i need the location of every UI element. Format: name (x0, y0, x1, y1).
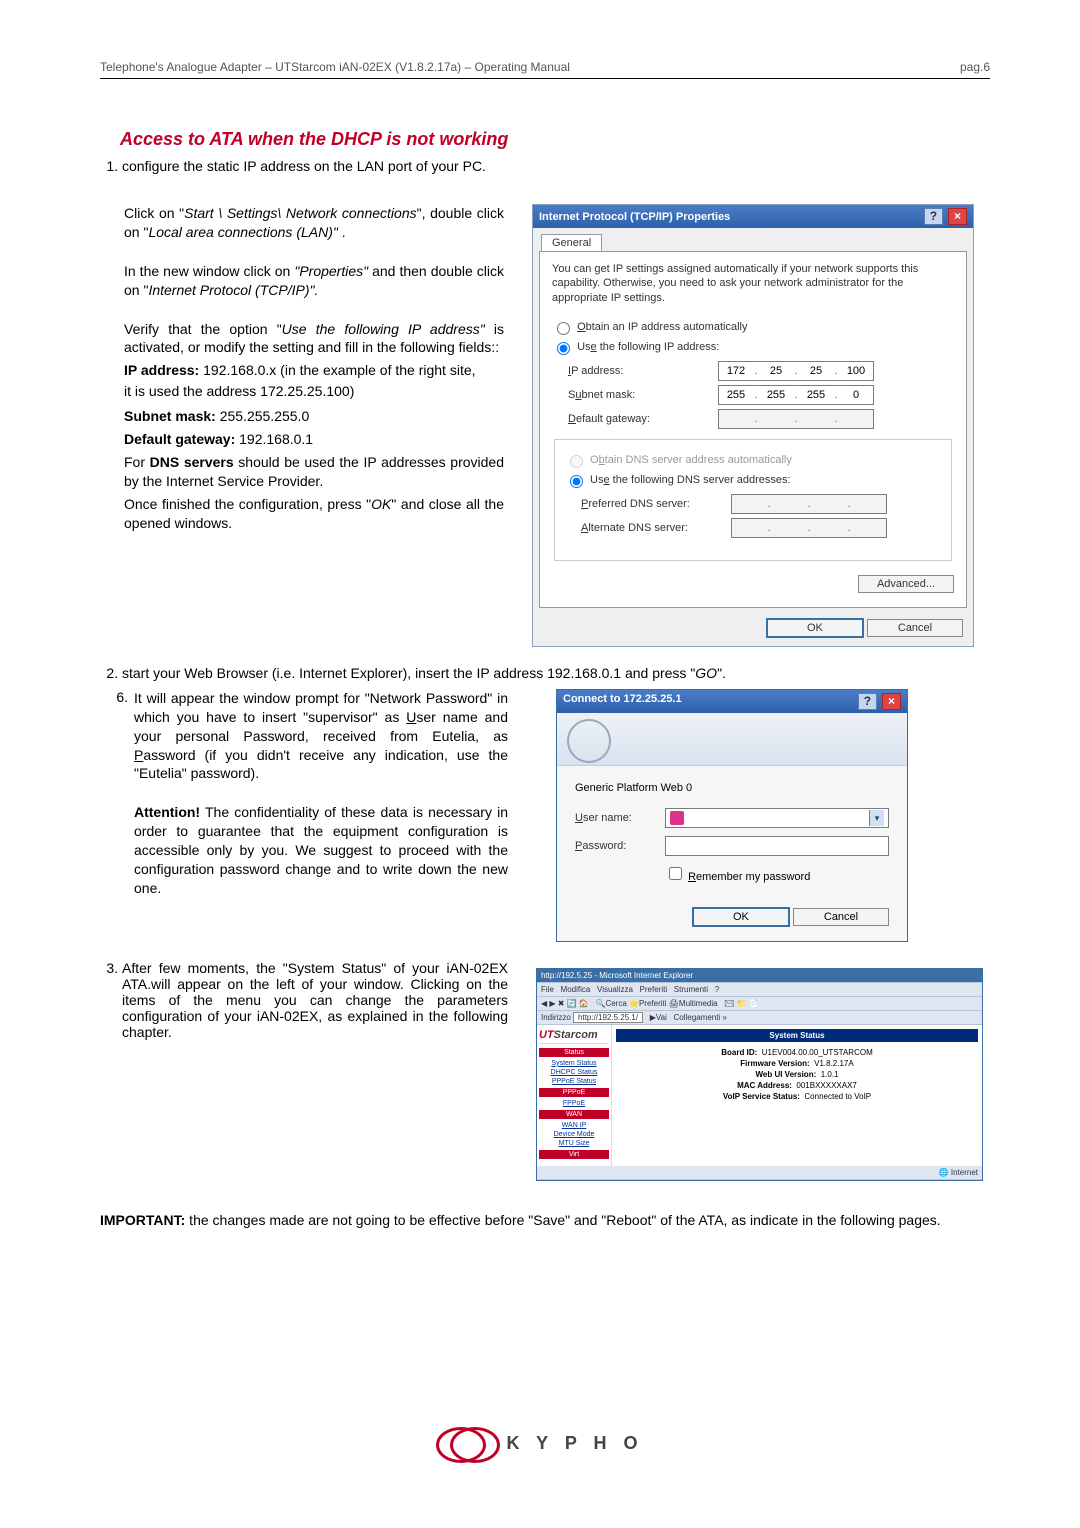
step-3: After few moments, the "System Status" o… (122, 960, 508, 1040)
header-left: Telephone's Analogue Adapter – UTStarcom… (100, 60, 570, 74)
help-icon[interactable]: ? (924, 208, 943, 225)
sidebar-item[interactable]: Device Mode (539, 1131, 609, 1138)
help-icon[interactable]: ? (858, 693, 877, 710)
browser-status: 🌐 Internet (537, 1166, 982, 1180)
keys-icon (567, 719, 611, 763)
ip-address-label: IP address: (568, 365, 718, 377)
close-icon[interactable]: × (882, 693, 901, 710)
auth-ok-button[interactable]: OK (692, 907, 790, 927)
advanced-button[interactable]: Advanced... (858, 575, 954, 593)
subnet-input[interactable]: . . . (718, 385, 874, 405)
user-label: User name: (575, 812, 665, 824)
sidebar-wan[interactable]: WAN (539, 1110, 609, 1119)
para-verify: Verify that the option "Use the followin… (124, 320, 504, 358)
user-icon (670, 811, 684, 825)
tab-general[interactable]: General (541, 234, 602, 251)
radio-use-dns-input[interactable] (570, 475, 583, 488)
cancel-button[interactable]: Cancel (867, 619, 963, 637)
kv-row: Firmware Version: V1.8.2.17A (616, 1059, 978, 1068)
ip-address-line: IP address: 192.168.0.x (in the example … (124, 361, 504, 380)
tcpip-titlebar: Internet Protocol (TCP/IP) Properties ? … (533, 205, 973, 228)
gateway-line: Default gateway: 192.168.0.1 (124, 430, 504, 449)
sidebar-item[interactable]: DHCPC Status (539, 1069, 609, 1076)
subnet-line: Subnet mask: 255.255.255.0 (124, 407, 504, 426)
step-2: start your Web Browser (i.e. Internet Ex… (122, 665, 990, 681)
remember-row[interactable]: Remember my password (665, 864, 889, 883)
radio-use-following-input[interactable] (557, 342, 570, 355)
browser-title: http://192.5.25 - Microsoft Internet Exp… (537, 969, 982, 983)
step-1: configure the static IP address on the L… (122, 158, 990, 174)
page-header: Telephone's Analogue Adapter – UTStarcom… (100, 60, 990, 79)
header-right: pag.6 (960, 60, 990, 74)
tcpip-desc: You can get IP settings assigned automat… (552, 262, 954, 305)
para-click-start: Click on "Start \ Settings\ Network conn… (124, 204, 504, 242)
pass-input[interactable] (665, 836, 889, 856)
gateway-label: Default gateway: (568, 413, 718, 425)
browser-address: Indirizzo http://192.5.25.1/ ▶Vai Colleg… (537, 1011, 982, 1025)
gateway-input[interactable]: . . . (718, 409, 874, 429)
kv-row: Web UI Version: 1.0.1 (616, 1070, 978, 1079)
radio-obtain-dns-input (570, 455, 583, 468)
chevron-down-icon[interactable]: ▾ (869, 810, 884, 826)
auth-dialog: Connect to 172.25.25.1 ? × Generic Platf… (556, 689, 908, 942)
pass-label: Password: (575, 840, 665, 852)
kv-row: VoIP Service Status: Connected to VoIP (616, 1092, 978, 1101)
user-input[interactable]: ▾ (665, 808, 889, 828)
radio-obtain-auto-input[interactable] (557, 322, 570, 335)
auth-title: Connect to 172.25.25.1 (563, 693, 682, 710)
browser-menu: File Modifica Visualizza Preferiti Strum… (537, 983, 982, 997)
ok-button[interactable]: OK (766, 618, 864, 638)
tcpip-dialog: Internet Protocol (TCP/IP) Properties ? … (532, 204, 974, 647)
browser-main: System Status Board ID: U1EV004.00.00_UT… (612, 1025, 982, 1166)
sidebar-item[interactable]: MTU Size (539, 1140, 609, 1147)
auth-banner (557, 713, 907, 766)
important-note: IMPORTANT: the changes made are not goin… (100, 1211, 990, 1230)
pdns-label: Preferred DNS server: (581, 498, 731, 510)
kypho-icon (436, 1421, 496, 1465)
brand-logo: UTStarcom (539, 1029, 609, 1044)
browser-toolbar: ◀ ▶ ✖ 🔄 🏠 🔍Cerca ⭐Preferiti 🖨Multimedia … (537, 997, 982, 1011)
sidebar-item[interactable]: WAN IP (539, 1122, 609, 1129)
sidebar-item[interactable]: System Status (539, 1060, 609, 1067)
kv-row: MAC Address: 001BXXXXXAX7 (616, 1081, 978, 1090)
radio-obtain-dns-auto: Obtain DNS server address automatically (565, 452, 941, 468)
sidebar-item[interactable]: FPPoE (539, 1100, 609, 1107)
ip-address-line2: it is used the address 172.25.25.100) (124, 382, 504, 401)
tcpip-title: Internet Protocol (TCP/IP) Properties (539, 211, 730, 223)
sidebar-virt[interactable]: Virt (539, 1150, 609, 1159)
dns-line: For DNS servers should be used the IP ad… (124, 453, 504, 491)
browser-window: http://192.5.25 - Microsoft Internet Exp… (536, 968, 983, 1181)
auth-titlebar: Connect to 172.25.25.1 ? × (557, 690, 907, 713)
footer-logo: K Y P H O (0, 1421, 1080, 1468)
para-properties: In the new window click on "Properties" … (124, 262, 504, 300)
step-6-num: 6. (100, 689, 134, 918)
address-field[interactable]: http://192.5.25.1/ (573, 1012, 643, 1023)
attention: Attention! The confidentiality of these … (134, 803, 508, 897)
step-6: It will appear the window prompt for "Ne… (134, 689, 508, 783)
close-windows-line: Once finished the configuration, press "… (124, 495, 504, 533)
radio-use-dns[interactable]: Use the following DNS server addresses: (565, 472, 941, 488)
ip-address-input[interactable]: . . . (718, 361, 874, 381)
radio-use-following[interactable]: Use the following IP address: (552, 339, 954, 355)
kypho-text: K Y P H O (506, 1433, 643, 1454)
radio-obtain-auto[interactable]: Obtain an IP address automatically (552, 319, 954, 335)
sidebar-pppoe[interactable]: PPPoE (539, 1088, 609, 1097)
kv-row: Board ID: U1EV004.00.00_UTSTARCOM (616, 1048, 978, 1057)
auth-realm: Generic Platform Web 0 (575, 782, 889, 794)
subnet-label: Subnet mask: (568, 389, 718, 401)
sidebar-item[interactable]: PPPoE Status (539, 1078, 609, 1085)
system-status-title: System Status (616, 1029, 978, 1042)
close-icon[interactable]: × (948, 208, 967, 225)
auth-cancel-button[interactable]: Cancel (793, 908, 889, 926)
sidebar-status[interactable]: Status (539, 1048, 609, 1057)
adns-label: Alternate DNS server: (581, 522, 731, 534)
section-heading: Access to ATA when the DHCP is not worki… (120, 129, 990, 150)
adns-input[interactable]: . . . (731, 518, 887, 538)
remember-checkbox[interactable] (669, 867, 682, 880)
browser-sidebar: UTStarcom Status System Status DHCPC Sta… (537, 1025, 612, 1166)
pdns-input[interactable]: . . . (731, 494, 887, 514)
